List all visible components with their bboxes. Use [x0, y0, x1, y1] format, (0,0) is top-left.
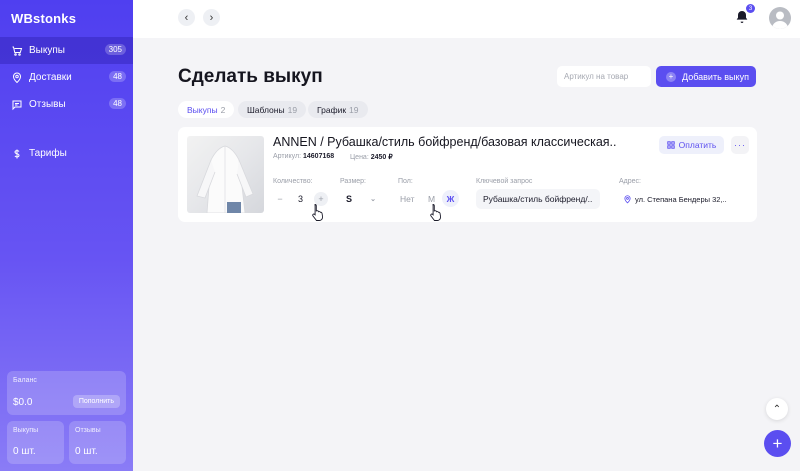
add-purchase-label: Добавить выкуп	[682, 71, 749, 82]
product-card: ANNEN / Рубашка/стиль бойфренд/базовая к…	[178, 127, 757, 222]
location-pin-icon	[12, 72, 22, 83]
purchases-card-value: 0 шт.	[13, 446, 36, 457]
address-label: Адрес:	[619, 178, 641, 185]
avatar[interactable]	[769, 7, 791, 29]
keyword-field[interactable]: Рубашка/стиль бойфренд/..	[476, 189, 600, 209]
purchases-card: Выкупы 0 шт.	[7, 421, 64, 464]
tab-label: Шаблоны	[247, 104, 285, 115]
sidebar-item-deliveries[interactable]: Доставки 48	[0, 64, 133, 91]
top-bar: ‹ › 3	[133, 0, 800, 38]
sidebar-item-label: Доставки	[29, 72, 72, 83]
chevron-up-icon: ⌃	[772, 403, 782, 415]
tab-label: График	[317, 104, 347, 115]
sidebar-item-reviews[interactable]: Отзывы 48	[0, 91, 133, 118]
hand-cursor-icon	[312, 204, 324, 221]
notification-badge: 3	[746, 4, 755, 13]
pay-button-label: Оплатить	[678, 140, 717, 150]
sidebar: WBstonks Выкупы 305 Доставки 48 Отзывы 4…	[0, 0, 133, 471]
article-input[interactable]	[557, 66, 651, 87]
message-icon	[12, 100, 22, 110]
article-label: Артикул:	[273, 153, 302, 160]
tab-purchases[interactable]: Выкупы 2	[178, 101, 235, 118]
forward-button[interactable]: ›	[203, 9, 220, 26]
chevron-left-icon: ‹	[184, 11, 189, 24]
location-pin-icon	[624, 194, 631, 203]
purchases-card-label: Выкупы	[13, 427, 39, 434]
decrement-button[interactable]: −	[273, 192, 287, 206]
scroll-to-top-button[interactable]: ⌃	[766, 398, 788, 420]
size-select[interactable]: S ⌄	[340, 190, 382, 208]
sidebar-item-tariffs[interactable]: Тарифы	[0, 140, 133, 167]
product-article: Артикул: 14607168	[273, 153, 334, 160]
size-label: Размер:	[340, 178, 367, 185]
more-options-button[interactable]: ···	[731, 136, 749, 154]
quantity-value: 3	[297, 194, 303, 204]
sidebar-item-badge: 305	[104, 44, 126, 55]
address-field[interactable]: ул. Степана Бендеры 32,..	[619, 189, 729, 209]
hand-cursor-icon	[430, 204, 442, 221]
address-value: ул. Степана Бендеры 32,..	[635, 194, 727, 204]
reviews-card-value: 0 шт.	[75, 446, 98, 457]
gender-label: Пол:	[398, 178, 413, 185]
tab-schedule[interactable]: График 19	[308, 101, 368, 118]
add-purchase-button[interactable]: + Добавить выкуп	[656, 66, 756, 87]
product-title[interactable]: ANNEN / Рубашка/стиль бойфренд/базовая к…	[273, 135, 617, 149]
size-value: S	[346, 194, 353, 204]
product-image	[187, 136, 264, 213]
tab-count: 19	[349, 104, 359, 115]
grid-icon	[666, 141, 675, 149]
dollar-icon	[14, 149, 20, 158]
sidebar-item-label: Выкупы	[29, 45, 65, 56]
back-button[interactable]: ‹	[178, 9, 195, 26]
sidebar-item-badge: 48	[109, 98, 126, 109]
gender-option-female[interactable]: Ж	[442, 190, 459, 207]
keyword-label: Ключевой запрос	[476, 178, 533, 185]
balance-card: Баланс $0.0 Пополнить	[7, 371, 126, 415]
balance-value: $0.0	[13, 397, 33, 408]
tab-templates[interactable]: Шаблоны 19	[238, 101, 307, 118]
plus-icon: +	[772, 433, 783, 453]
plus-icon: +	[666, 71, 676, 82]
page-title: Сделать выкуп	[178, 66, 323, 87]
add-fab-button[interactable]: +	[764, 430, 791, 457]
price-value: 2450 ₽	[370, 154, 393, 161]
reviews-card-label: Отзывы	[75, 427, 101, 434]
sidebar-item-purchases[interactable]: Выкупы 305	[0, 37, 133, 64]
price-label: Цена:	[350, 154, 369, 161]
more-icon: ···	[734, 140, 746, 150]
article-value: 14607168	[303, 153, 335, 160]
quantity-label: Количество:	[273, 178, 313, 185]
gender-option-none[interactable]: Нет	[400, 190, 414, 207]
tab-count: 19	[287, 104, 298, 115]
balance-label: Баланс	[13, 377, 37, 384]
reviews-card: Отзывы 0 шт.	[69, 421, 126, 464]
tab-label: Выкупы	[187, 104, 218, 115]
chevron-down-icon: ⌄	[370, 196, 376, 203]
cart-icon	[12, 46, 23, 56]
sidebar-item-label: Отзывы	[29, 99, 66, 110]
tab-count: 2	[220, 104, 226, 115]
topup-button[interactable]: Пополнить	[72, 395, 120, 408]
pay-button[interactable]: Оплатить	[659, 136, 724, 154]
product-price: Цена: 2450 ₽	[350, 153, 393, 161]
sidebar-item-label: Тарифы	[29, 148, 67, 159]
app-logo[interactable]: WBstonks	[11, 11, 76, 26]
sidebar-item-badge: 48	[109, 71, 126, 82]
user-icon	[772, 11, 788, 29]
chevron-right-icon: ›	[209, 11, 214, 24]
